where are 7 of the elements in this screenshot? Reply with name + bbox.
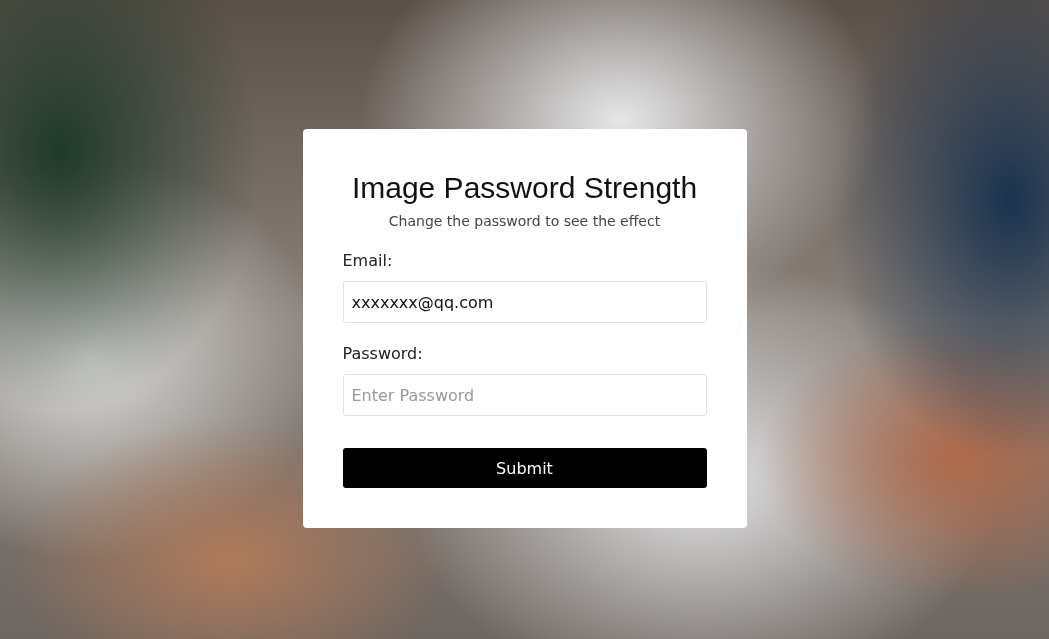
form-subtitle: Change the password to see the effect: [387, 212, 662, 230]
form-title: Image Password Strength: [351, 170, 698, 206]
text-field[interactable]: Enter Password: [342, 374, 707, 416]
text-field[interactable]: xxxxxxx@qq.com: [342, 281, 707, 323]
field-label: Email:: [342, 252, 393, 270]
submit-button[interactable]: Submit: [342, 448, 707, 488]
field-label: Password:: [342, 345, 423, 363]
